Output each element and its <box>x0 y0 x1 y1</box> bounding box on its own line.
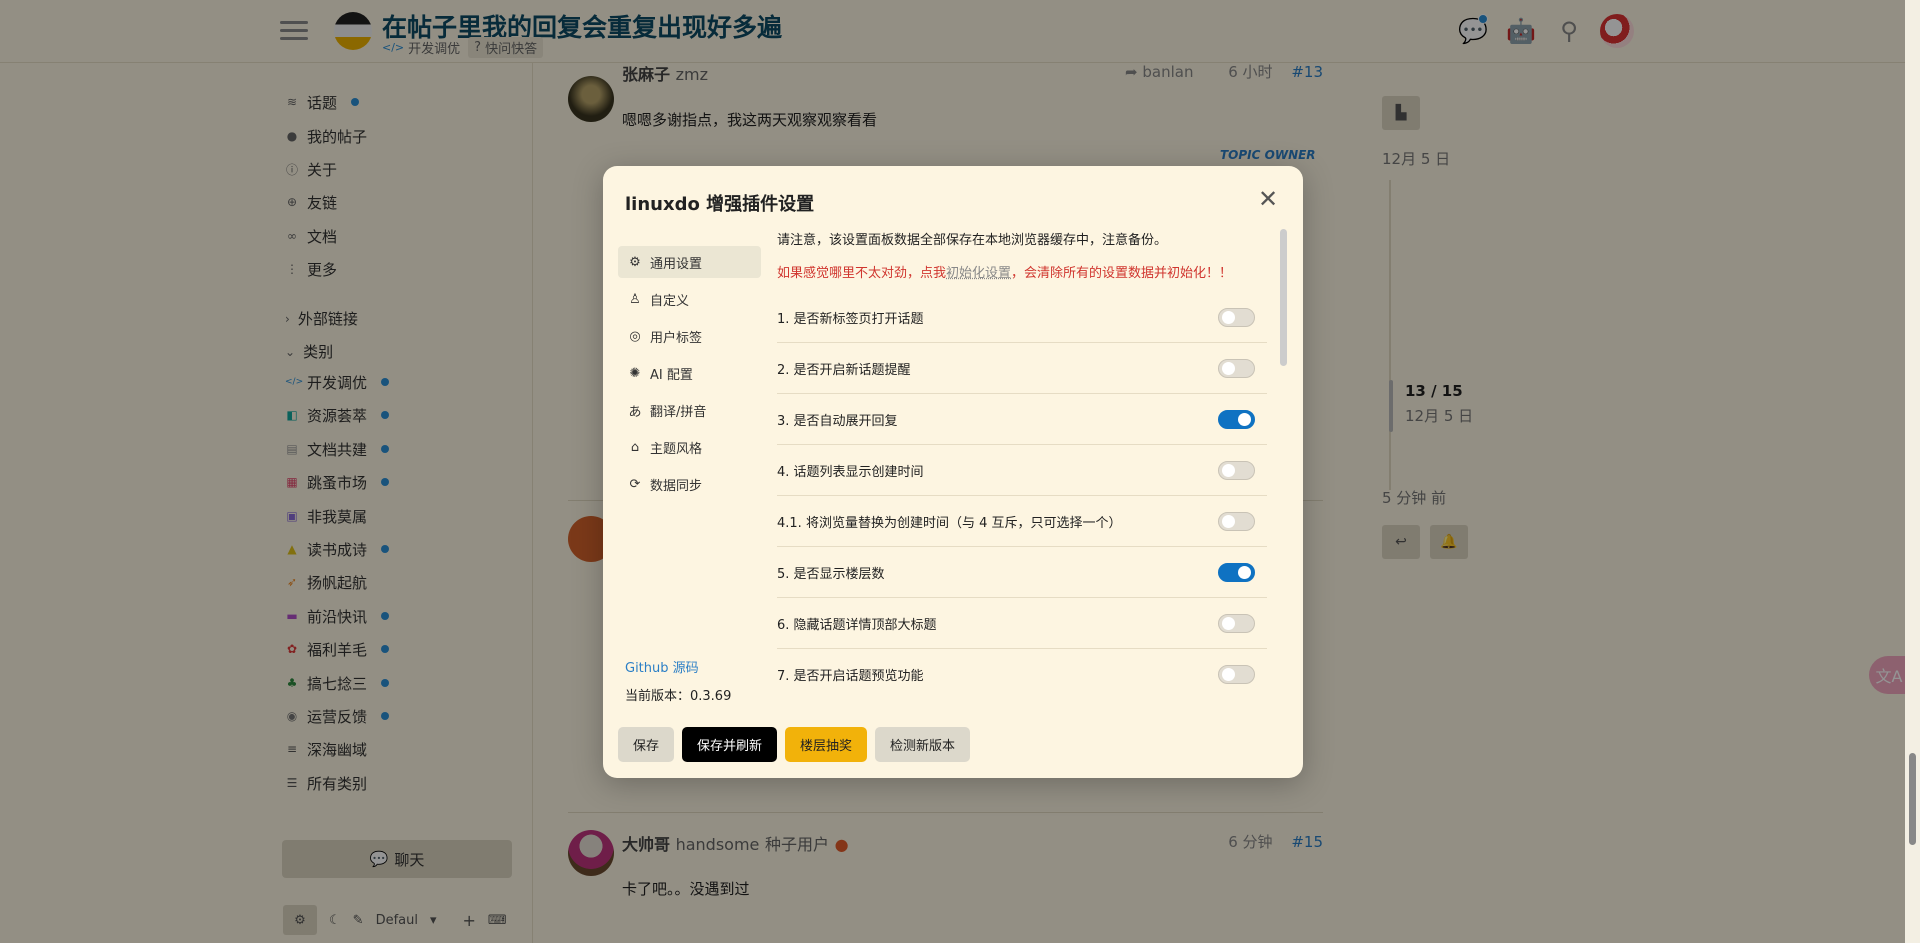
setting-row: 5. 是否显示楼层数 <box>777 547 1267 598</box>
nav-item-user-tags[interactable]: ◎ 用户标签 <box>618 320 761 352</box>
toggle-switch[interactable] <box>1218 409 1255 429</box>
toggle-switch[interactable] <box>1218 358 1255 378</box>
setting-label: 4. 话题列表显示创建时间 <box>777 464 924 480</box>
setting-label: 5. 是否显示楼层数 <box>777 566 885 582</box>
nav-item-label: 主题风格 <box>650 441 703 457</box>
reset-settings-link[interactable]: 初始化设置 <box>946 266 1011 281</box>
setting-row: 6. 隐藏话题详情顶部大标题 <box>777 598 1267 649</box>
nav-item-sync[interactable]: ⟳ 数据同步 <box>618 468 761 500</box>
toggle-switch[interactable] <box>1218 460 1255 480</box>
save-refresh-button[interactable]: 保存并刷新 <box>682 727 778 762</box>
settings-content: 请注意，该设置面板数据全部保存在本地浏览器缓存中，注意备份。 如果感觉哪里不太对… <box>777 229 1272 699</box>
modal-footer: 保存 保存并刷新 楼层抽奖 检测新版本 <box>618 727 971 762</box>
check-version-button[interactable]: 检测新版本 <box>875 727 971 762</box>
modal-scrollbar[interactable] <box>1280 229 1287 729</box>
setting-label: 7. 是否开启话题预览功能 <box>777 668 924 684</box>
theme-icon: ⌂ <box>630 439 640 455</box>
gear-icon: ⚙ <box>629 254 641 270</box>
setting-label: 4.1. 将浏览量替换为创建时间（与 4 互斥，只可选择一个） <box>777 515 1122 531</box>
scrollbar-thumb[interactable] <box>1909 753 1916 845</box>
nav-item-ai[interactable]: ✺ AI 配置 <box>618 357 761 389</box>
reset-warning: 如果感觉哪里不太对劲，点我初始化设置，会清除所有的设置数据并初始化！！ <box>777 262 1232 281</box>
save-button[interactable]: 保存 <box>618 727 675 762</box>
setting-row: 1. 是否新标签页打开话题 <box>777 292 1267 343</box>
warning-text: ，会清除所有的设置数据并初始化！！ <box>1011 266 1233 281</box>
user-tag-icon: ◎ <box>629 328 641 344</box>
user-icon: ♙ <box>629 291 641 307</box>
setting-label: 2. 是否开启新话题提醒 <box>777 362 911 378</box>
setting-label: 6. 隐藏话题详情顶部大标题 <box>777 617 937 633</box>
settings-modal: linuxdo 增强插件设置 ✕ ⚙ 通用设置 ♙ 自定义 ◎ 用户标签 ✺ A… <box>603 166 1303 778</box>
nav-item-label: 用户标签 <box>650 330 703 346</box>
github-link[interactable]: Github 源码 <box>625 657 699 676</box>
close-icon[interactable]: ✕ <box>1255 186 1281 212</box>
modal-nav: ⚙ 通用设置 ♙ 自定义 ◎ 用户标签 ✺ AI 配置 あ 翻译/拼音 ⌂ 主题… <box>618 246 761 505</box>
nav-item-translate[interactable]: あ 翻译/拼音 <box>618 394 761 426</box>
version-label: 当前版本：0.3.69 <box>625 689 732 704</box>
toggle-switch[interactable] <box>1218 511 1255 531</box>
modal-title: linuxdo 增强插件设置 <box>625 194 815 215</box>
setting-row: 4. 话题列表显示创建时间 <box>777 445 1267 496</box>
backup-notice: 请注意，该设置面板数据全部保存在本地浏览器缓存中，注意备份。 <box>777 233 1168 248</box>
nav-item-general[interactable]: ⚙ 通用设置 <box>618 246 761 278</box>
scrollbar-thumb[interactable] <box>1280 229 1287 366</box>
setting-label: 1. 是否新标签页打开话题 <box>777 311 924 327</box>
ai-icon: ✺ <box>629 365 641 381</box>
setting-row: 7. 是否开启话题预览功能 <box>777 649 1267 699</box>
nav-item-label: AI 配置 <box>650 367 693 383</box>
page-scrollbar[interactable] <box>1905 0 1920 943</box>
toggle-switch[interactable] <box>1218 613 1255 633</box>
toggle-switch[interactable] <box>1218 664 1255 684</box>
sync-icon: ⟳ <box>629 476 641 492</box>
nav-item-theme[interactable]: ⌂ 主题风格 <box>618 431 761 463</box>
warning-text: 如果感觉哪里不太对劲，点我 <box>777 266 947 281</box>
nav-item-label: 通用设置 <box>650 256 703 272</box>
setting-row: 4.1. 将浏览量替换为创建时间（与 4 互斥，只可选择一个） <box>777 496 1267 547</box>
nav-item-label: 数据同步 <box>650 478 703 494</box>
nav-item-label: 自定义 <box>650 293 690 309</box>
nav-item-label: 翻译/拼音 <box>650 404 707 420</box>
toggle-switch[interactable] <box>1218 307 1255 327</box>
setting-row: 2. 是否开启新话题提醒 <box>777 343 1267 394</box>
translate-icon: あ <box>628 404 642 420</box>
setting-label: 3. 是否自动展开回复 <box>777 413 898 429</box>
setting-row: 3. 是否自动展开回复 <box>777 394 1267 445</box>
floor-lottery-button[interactable]: 楼层抽奖 <box>785 727 868 762</box>
toggle-switch[interactable] <box>1218 562 1255 582</box>
nav-item-custom[interactable]: ♙ 自定义 <box>618 283 761 315</box>
